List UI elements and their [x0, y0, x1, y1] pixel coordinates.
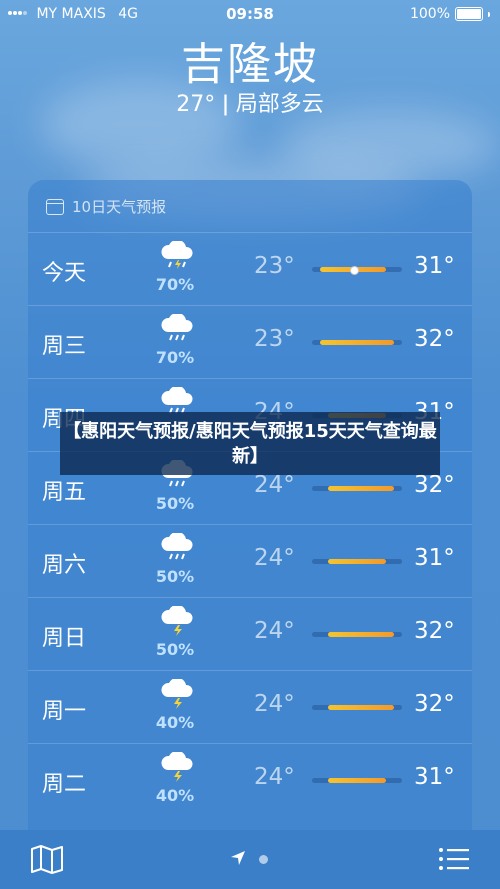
- thunderstorm-rain-icon: [158, 239, 198, 271]
- temp-range-fill: [328, 778, 386, 783]
- low-temp: 23°: [254, 326, 295, 352]
- temp-range-fill: [328, 486, 394, 491]
- current-summary: 27° ǀ 局部多云: [176, 92, 324, 117]
- thunderstorm-icon: [158, 750, 198, 782]
- rain-icon: [158, 312, 198, 344]
- high-temp: 31°: [414, 253, 455, 279]
- temp-range-fill: [328, 559, 386, 564]
- precip-chance: 40%: [155, 786, 195, 805]
- forecast-row[interactable]: 周三 70% 23° 32°: [28, 305, 472, 379]
- location-arrow-icon[interactable]: [230, 850, 246, 870]
- precip-chance: 50%: [155, 640, 195, 659]
- forecast-day: 周一: [42, 699, 87, 724]
- precip-chance: 50%: [155, 494, 195, 513]
- precip-chance: 70%: [155, 348, 195, 367]
- high-temp: 32°: [414, 472, 455, 498]
- forecast-day: 周六: [42, 553, 87, 578]
- status-bar: MY MAXIS 4G 09:58 100%: [0, 0, 500, 28]
- thunderstorm-icon: [158, 604, 198, 636]
- calendar-icon: [46, 198, 64, 215]
- temp-range-bar: [312, 559, 402, 564]
- temp-range-fill: [328, 632, 394, 637]
- temp-range-bar: [312, 778, 402, 783]
- list-icon[interactable]: [438, 846, 470, 876]
- forecast-row[interactable]: 今天 70% 23° 31°: [28, 232, 472, 306]
- current-temp-dot: [349, 266, 359, 275]
- forecast-title: 10日天气预报: [72, 198, 167, 216]
- forecast-day: 周二: [42, 772, 87, 797]
- high-temp: 32°: [414, 618, 455, 644]
- forecast-day: 周三: [42, 334, 87, 359]
- forecast-header: 10日天气预报: [46, 196, 166, 217]
- forecast-row[interactable]: 周二 40% 24° 31°: [28, 743, 472, 817]
- low-temp: 24°: [254, 691, 295, 717]
- battery-icon: [455, 7, 483, 21]
- low-temp: 23°: [254, 253, 295, 279]
- bottom-toolbar: [0, 830, 500, 889]
- forecast-day: 周日: [42, 626, 87, 651]
- low-temp: 24°: [254, 618, 295, 644]
- precip-chance: 40%: [155, 713, 195, 732]
- ten-day-forecast-card[interactable]: 10日天气预报 今天70%23°31°周三70%23°32°周四24°31°周五…: [28, 180, 472, 860]
- forecast-row[interactable]: 周日 50% 24° 32°: [28, 597, 472, 671]
- temp-range-bar: [312, 632, 402, 637]
- temp-range-bar: [312, 340, 402, 345]
- map-icon[interactable]: [30, 844, 64, 878]
- temp-range-bar: [312, 486, 402, 491]
- city-name: 吉隆坡: [181, 39, 319, 90]
- temp-range-bar: [312, 705, 402, 710]
- forecast-day: 周五: [42, 480, 87, 505]
- high-temp: 32°: [414, 326, 455, 352]
- forecast-row[interactable]: 周六 50% 24° 31°: [28, 524, 472, 598]
- temp-range-bar: [312, 266, 402, 275]
- low-temp: 24°: [254, 545, 295, 571]
- low-temp: 24°: [254, 472, 295, 498]
- precip-chance: 50%: [155, 567, 195, 586]
- temp-range-fill: [320, 340, 394, 345]
- forecast-day: 今天: [42, 261, 87, 286]
- article-title-banner: 【惠阳天气预报/惠阳天气预报15天天气查询最新】: [60, 412, 440, 475]
- high-temp: 31°: [414, 764, 455, 790]
- rain-icon: [158, 531, 198, 563]
- forecast-row[interactable]: 周一 40% 24° 32°: [28, 670, 472, 744]
- high-temp: 32°: [414, 691, 455, 717]
- battery-percent: 100%: [409, 6, 450, 22]
- page-indicator[interactable]: [259, 855, 268, 864]
- high-temp: 31°: [414, 545, 455, 571]
- thunderstorm-icon: [158, 677, 198, 709]
- precip-chance: 70%: [155, 275, 195, 294]
- low-temp: 24°: [254, 764, 295, 790]
- temp-range-fill: [328, 705, 394, 710]
